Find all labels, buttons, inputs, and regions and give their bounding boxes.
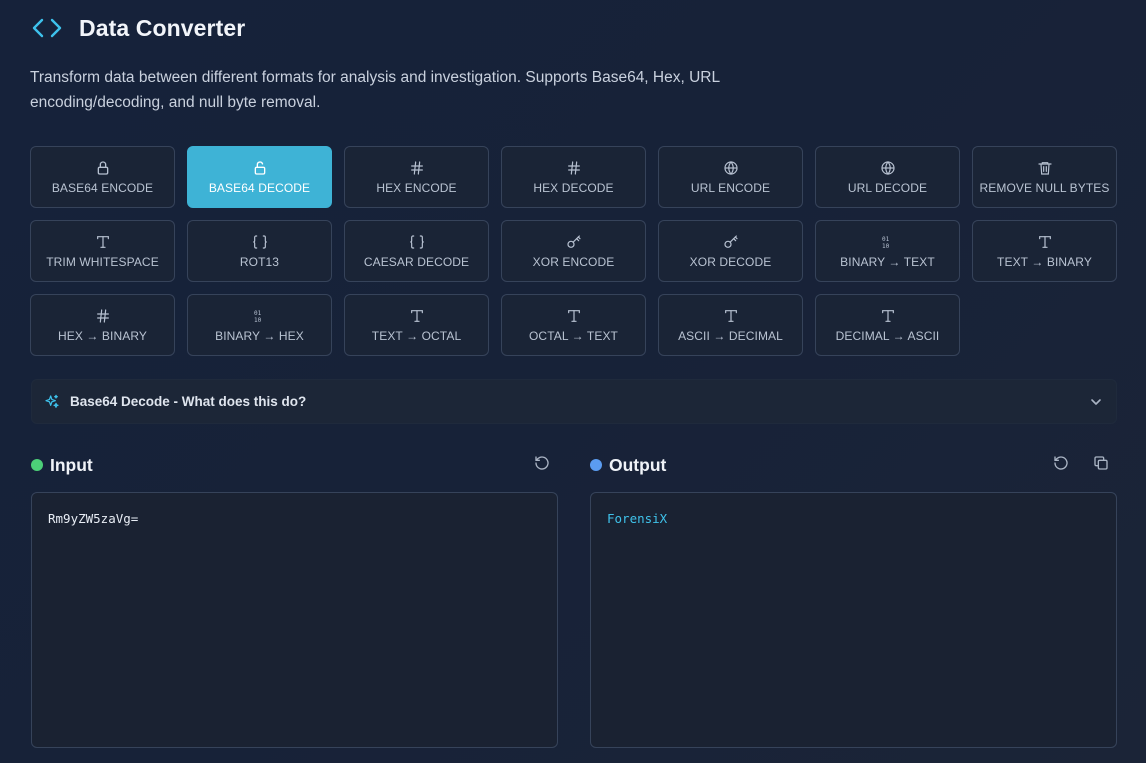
tool-button-label: HEX DECODE: [533, 181, 614, 195]
key-icon: [723, 232, 739, 252]
tool-button-label: XOR ENCODE: [532, 255, 615, 269]
tool-button-label: URL DECODE: [847, 181, 928, 195]
tool-button-label: TEXT → OCTAL: [371, 329, 462, 343]
input-textarea[interactable]: Rm9yZW5zaVg=: [31, 492, 558, 748]
binary-icon: 01 10: [252, 306, 268, 326]
reset-icon: [534, 455, 550, 476]
type-icon: [1037, 232, 1053, 252]
tool-button-label: HEX → BINARY: [57, 329, 147, 343]
output-copy-button[interactable]: [1091, 455, 1111, 475]
tool-button-label: REMOVE NULL BYTES: [979, 181, 1110, 195]
help-accordion[interactable]: Base64 Decode - What does this do?: [31, 379, 1117, 424]
type-icon: [95, 232, 111, 252]
tool-button-remove-null-bytes[interactable]: REMOVE NULL BYTES: [972, 146, 1117, 208]
tool-button-base64-decode[interactable]: BASE64 DECODE: [187, 146, 332, 208]
chevron-down-icon[interactable]: [1088, 394, 1104, 410]
input-title: Input: [50, 454, 93, 475]
tool-button-label: ASCII → DECIMAL: [678, 329, 783, 343]
output-textarea[interactable]: ForensiX: [590, 492, 1117, 748]
output-status-dot: [590, 459, 602, 471]
page-title: Data Converter: [79, 14, 246, 41]
hash-icon: [409, 158, 425, 178]
tool-button-decimal-ascii[interactable]: DECIMAL → ASCII: [815, 294, 960, 356]
tool-button-label: TEXT → BINARY: [997, 255, 1092, 269]
output-panel-header: Output: [590, 452, 666, 478]
key-icon: [566, 232, 582, 252]
tool-button-label: OCTAL → TEXT: [529, 329, 618, 343]
reset-icon: [1053, 455, 1069, 476]
svg-text:10: 10: [254, 317, 262, 324]
code-brackets-icon: [30, 14, 64, 42]
tool-button-hex-decode[interactable]: HEX DECODE: [501, 146, 646, 208]
tool-button-label: URL ENCODE: [690, 181, 771, 195]
help-accordion-label: Base64 Decode - What does this do?: [70, 394, 307, 409]
hash-icon: [95, 306, 111, 326]
tool-button-base64-encode[interactable]: BASE64 ENCODE: [30, 146, 175, 208]
svg-text:01: 01: [882, 236, 890, 243]
tool-button-ascii-decimal[interactable]: ASCII → DECIMAL: [658, 294, 803, 356]
tool-button-label: BINARY → HEX: [215, 329, 304, 343]
tool-button-rot13[interactable]: ROT13: [187, 220, 332, 282]
input-status-dot: [31, 459, 43, 471]
tool-button-label: XOR DECODE: [689, 255, 772, 269]
type-icon: [566, 306, 582, 326]
braces-icon: [251, 232, 269, 252]
tool-button-trim-whitespace[interactable]: TRIM WHITESPACE: [30, 220, 175, 282]
braces-icon: [408, 232, 426, 252]
tool-button-octal-text[interactable]: OCTAL → TEXT: [501, 294, 646, 356]
tool-button-label: TRIM WHITESPACE: [46, 255, 159, 269]
svg-text:10: 10: [882, 243, 890, 250]
svg-text:01: 01: [254, 310, 262, 317]
tool-button-hex-encode[interactable]: HEX ENCODE: [344, 146, 489, 208]
type-icon: [880, 306, 896, 326]
tool-button-label: BINARY → TEXT: [840, 255, 935, 269]
hash-icon: [566, 158, 582, 178]
tool-button-binary-hex[interactable]: 01 10 BINARY → HEX: [187, 294, 332, 356]
tool-button-xor-encode[interactable]: XOR ENCODE: [501, 220, 646, 282]
tool-button-label: BASE64 DECODE: [208, 181, 311, 195]
tool-button-text-octal[interactable]: TEXT → OCTAL: [344, 294, 489, 356]
type-icon: [723, 306, 739, 326]
output-reset-button[interactable]: [1051, 455, 1071, 475]
tool-button-label: BASE64 ENCODE: [51, 181, 154, 195]
tool-button-label: CAESAR DECODE: [363, 255, 470, 269]
tool-button-xor-decode[interactable]: XOR DECODE: [658, 220, 803, 282]
output-title: Output: [609, 454, 667, 475]
tool-button-label: HEX ENCODE: [376, 181, 457, 195]
input-reset-button[interactable]: [532, 455, 552, 475]
globe-icon: [880, 158, 896, 178]
tool-button-binary-text[interactable]: 01 10 BINARY → TEXT: [815, 220, 960, 282]
lock-icon: [95, 158, 111, 178]
unlock-icon: [252, 158, 268, 178]
sparkles-icon: [44, 393, 62, 411]
input-panel-header: Input: [31, 452, 93, 478]
page-header: Data Converter: [30, 12, 245, 44]
page-description: Transform data between different formats…: [30, 69, 720, 111]
copy-icon: [1093, 455, 1109, 476]
type-icon: [409, 306, 425, 326]
tool-button-label: DECIMAL → ASCII: [835, 329, 940, 343]
tool-button-url-encode[interactable]: URL ENCODE: [658, 146, 803, 208]
data-converter-page: Data Converter Transform data between di…: [0, 0, 1146, 763]
tool-button-label: ROT13: [239, 255, 280, 269]
globe-icon: [723, 158, 739, 178]
trash-icon: [1037, 158, 1053, 178]
tool-button-url-decode[interactable]: URL DECODE: [815, 146, 960, 208]
binary-icon: 01 10: [880, 232, 896, 252]
tool-button-hex-binary[interactable]: HEX → BINARY: [30, 294, 175, 356]
tool-button-caesar-decode[interactable]: CAESAR DECODE: [344, 220, 489, 282]
tool-button-text-binary[interactable]: TEXT → BINARY: [972, 220, 1117, 282]
